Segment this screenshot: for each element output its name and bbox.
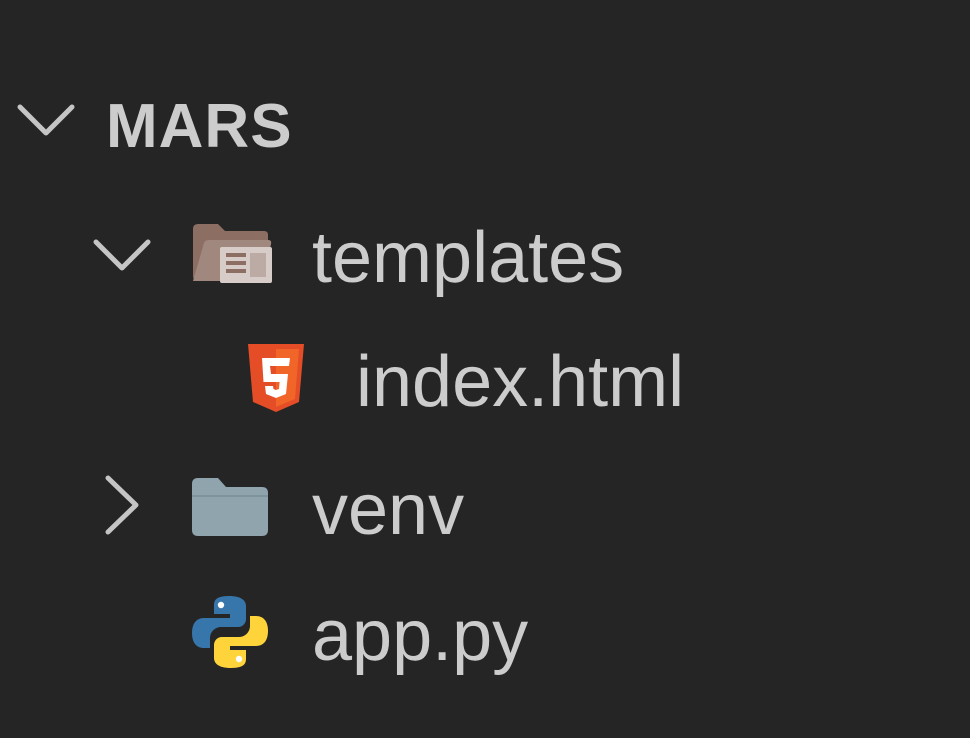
- tree-item-label: templates: [312, 218, 625, 298]
- folder-closed-icon: [190, 474, 270, 543]
- tree-item-label: venv: [312, 470, 465, 550]
- tree-item-label: index.html: [356, 342, 685, 422]
- tree-item-venv[interactable]: venv: [0, 444, 970, 568]
- tree-item-app-py[interactable]: app.py: [0, 570, 970, 694]
- file-explorer: MARS templates index.html venv app.py: [0, 0, 970, 738]
- python-icon: [190, 592, 270, 677]
- explorer-root-label: MARS: [106, 92, 293, 161]
- explorer-root-mars[interactable]: MARS: [0, 63, 970, 187]
- folder-open-templates-icon: [190, 219, 274, 290]
- chevron-down-icon[interactable]: [16, 103, 76, 137]
- chevron-right-icon[interactable]: [104, 474, 140, 536]
- tree-item-label: app.py: [312, 596, 529, 676]
- tree-item-index-html[interactable]: index.html: [0, 316, 970, 440]
- tree-item-templates[interactable]: templates: [0, 192, 970, 316]
- html5-icon: [244, 342, 308, 419]
- chevron-down-icon[interactable]: [92, 238, 152, 272]
